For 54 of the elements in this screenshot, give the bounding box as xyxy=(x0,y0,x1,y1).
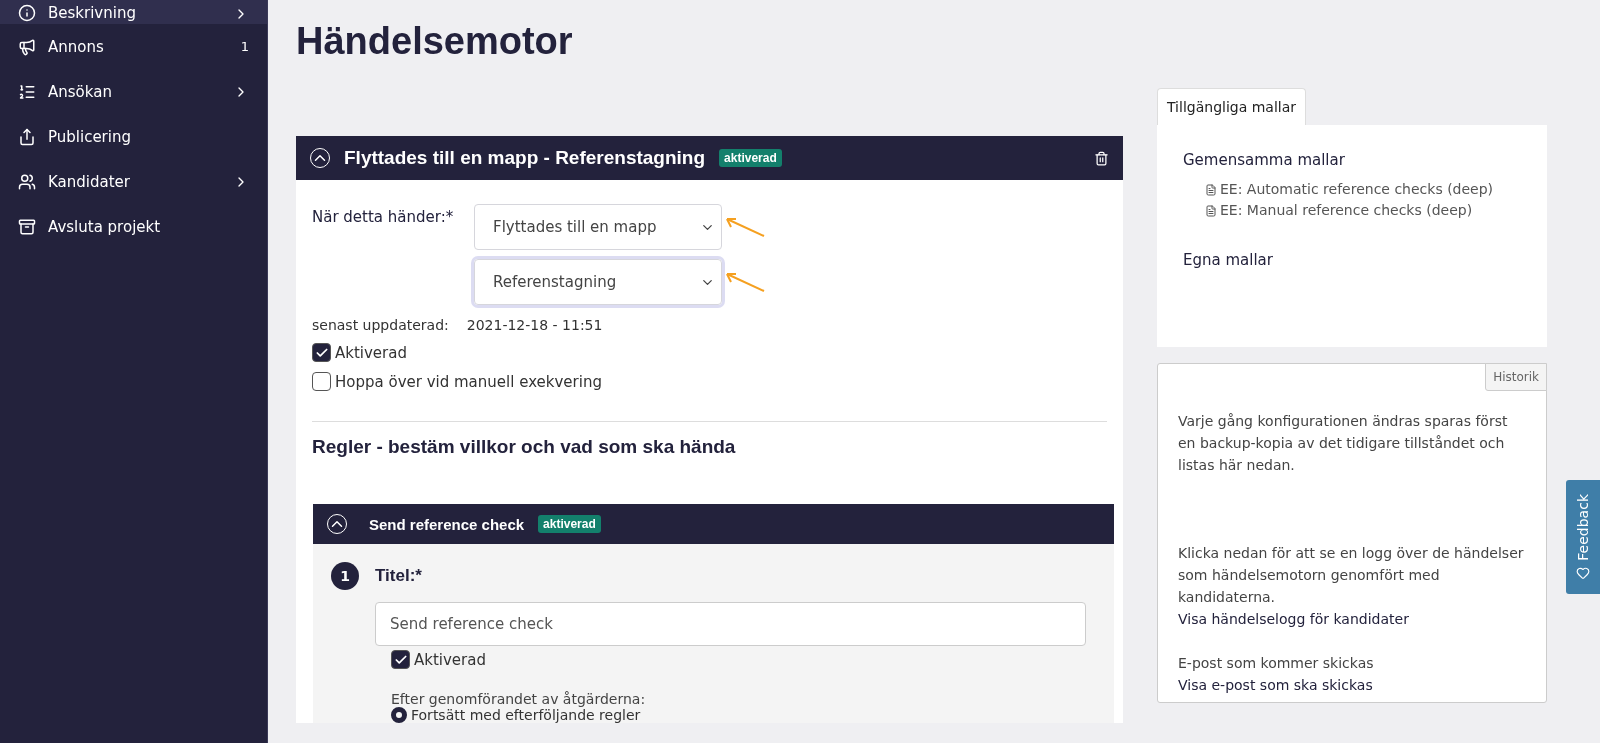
checkbox-label: Aktiverad xyxy=(335,343,407,362)
heart-icon xyxy=(1576,566,1590,581)
page-title: Händelsemotor xyxy=(296,19,574,64)
section-heading: Regler - bestäm villkor och vad som ska hända xyxy=(312,436,737,458)
radio-label: Fortsätt med efterföljande regler xyxy=(411,707,641,723)
feedback-tab[interactable]: Feedback xyxy=(1566,480,1600,594)
checkbox[interactable] xyxy=(312,372,331,391)
mail-text: E-post som kommer skickas xyxy=(1178,654,1375,673)
history-tab[interactable]: Historik xyxy=(1485,363,1547,391)
sidebar-item[interactable]: Annons 1 xyxy=(0,24,267,69)
title-input[interactable]: Send reference check xyxy=(375,602,1086,646)
checkbox-label: Hoppa över vid manuell exekvering xyxy=(335,372,602,391)
field-label: Titel:* xyxy=(375,566,422,586)
card-title: Flyttades till en mapp - Referenstagning xyxy=(344,147,706,169)
nav-icon xyxy=(18,217,36,236)
log-text: Klicka nedan för att se en logg över de händelser som händelsemotorn genomfört med kandidaterna. xyxy=(1178,544,1525,607)
group-heading: Gemensamma mallar xyxy=(1183,151,1346,169)
nav-icon xyxy=(18,37,36,56)
checkbox[interactable] xyxy=(391,650,410,669)
count: 1 xyxy=(240,39,249,54)
nav-icon xyxy=(18,4,36,22)
dropdown[interactable]: Referenstagning xyxy=(474,259,722,305)
radio-button[interactable] xyxy=(391,707,407,723)
sidebar-item[interactable]: Ansökan xyxy=(0,69,267,114)
log-link[interactable]: Visa händelselogg för kandidater xyxy=(1178,608,1526,630)
sidebar-item[interactable]: Beskrivning xyxy=(0,0,267,24)
history-text: Varje gång konfigurationen ändras sparas först en backup-kopia av det tidigare tillståndet och listas här nedan. xyxy=(1178,412,1509,475)
arrow-icon xyxy=(724,216,766,238)
rule-title: Send reference check xyxy=(369,515,525,533)
template-link[interactable]: EE: Manual reference checks (deep) xyxy=(1205,200,1521,221)
sidebar-item[interactable]: Kandidater xyxy=(0,159,267,204)
template-link[interactable]: EE: Automatic reference checks (deep) xyxy=(1205,179,1521,200)
updated-label: senast uppdaterad: xyxy=(312,317,449,333)
checkbox[interactable] xyxy=(312,343,331,362)
tab[interactable]: Tillgängliga mallar xyxy=(1157,88,1307,125)
updated-value: 2021-12-18 - 11:51 xyxy=(466,317,603,333)
field-label: När detta händer:* xyxy=(312,207,452,228)
group-heading: Egna mallar xyxy=(1183,251,1274,269)
nav-icon xyxy=(18,82,36,101)
option-label: Efter genomförandet av åtgärderna: xyxy=(391,691,647,707)
status-badge: aktiverad xyxy=(538,515,601,533)
document-icon xyxy=(1205,204,1217,217)
trash-icon[interactable] xyxy=(1094,150,1109,166)
document-icon xyxy=(1205,183,1217,196)
arrow-icon xyxy=(724,271,766,293)
sidebar-item[interactable]: Avsluta projekt xyxy=(0,204,267,249)
mail-link[interactable]: Visa e-post som ska skickas xyxy=(1178,674,1526,696)
checkbox-label: Aktiverad xyxy=(414,650,486,669)
step-number: 1 xyxy=(331,562,359,590)
dropdown[interactable]: Flyttades till en mapp xyxy=(474,204,722,250)
nav-icon xyxy=(18,172,36,191)
status-badge: aktiverad xyxy=(719,149,782,167)
nav-icon xyxy=(18,127,36,146)
sidebar-item[interactable]: Publicering xyxy=(0,114,267,159)
